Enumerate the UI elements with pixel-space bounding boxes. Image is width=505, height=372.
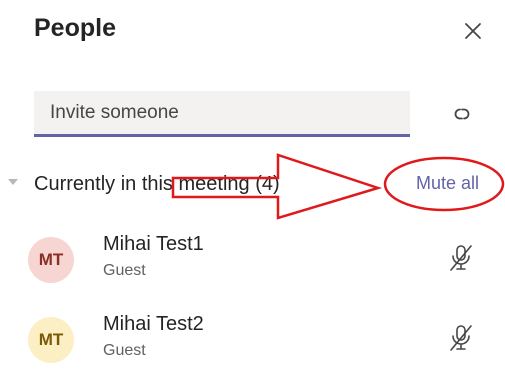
participant-role: Guest <box>103 342 146 359</box>
participant-name: Mihai Test2 <box>103 313 204 335</box>
copy-link-icon[interactable] <box>448 100 476 128</box>
participant-row[interactable]: MT Mihai Test1 Guest <box>0 230 505 292</box>
invite-field-container <box>34 91 410 137</box>
caret-down-icon[interactable] <box>8 179 18 185</box>
panel-title: People <box>34 14 116 42</box>
close-icon[interactable] <box>458 16 488 46</box>
participant-role: Guest <box>103 262 146 279</box>
mic-muted-icon[interactable] <box>448 243 474 273</box>
mic-muted-icon[interactable] <box>448 323 474 353</box>
invite-input[interactable] <box>34 91 410 134</box>
participant-row[interactable]: MT Mihai Test2 Guest <box>0 310 505 372</box>
participant-name: Mihai Test1 <box>103 233 204 255</box>
mute-all-button[interactable]: Mute all <box>416 173 479 194</box>
avatar: MT <box>28 237 74 283</box>
avatar: MT <box>28 317 74 363</box>
meeting-section-header[interactable]: Currently in this meeting (4) Mute all <box>0 160 505 210</box>
section-label: Currently in this meeting (4) <box>34 173 280 195</box>
